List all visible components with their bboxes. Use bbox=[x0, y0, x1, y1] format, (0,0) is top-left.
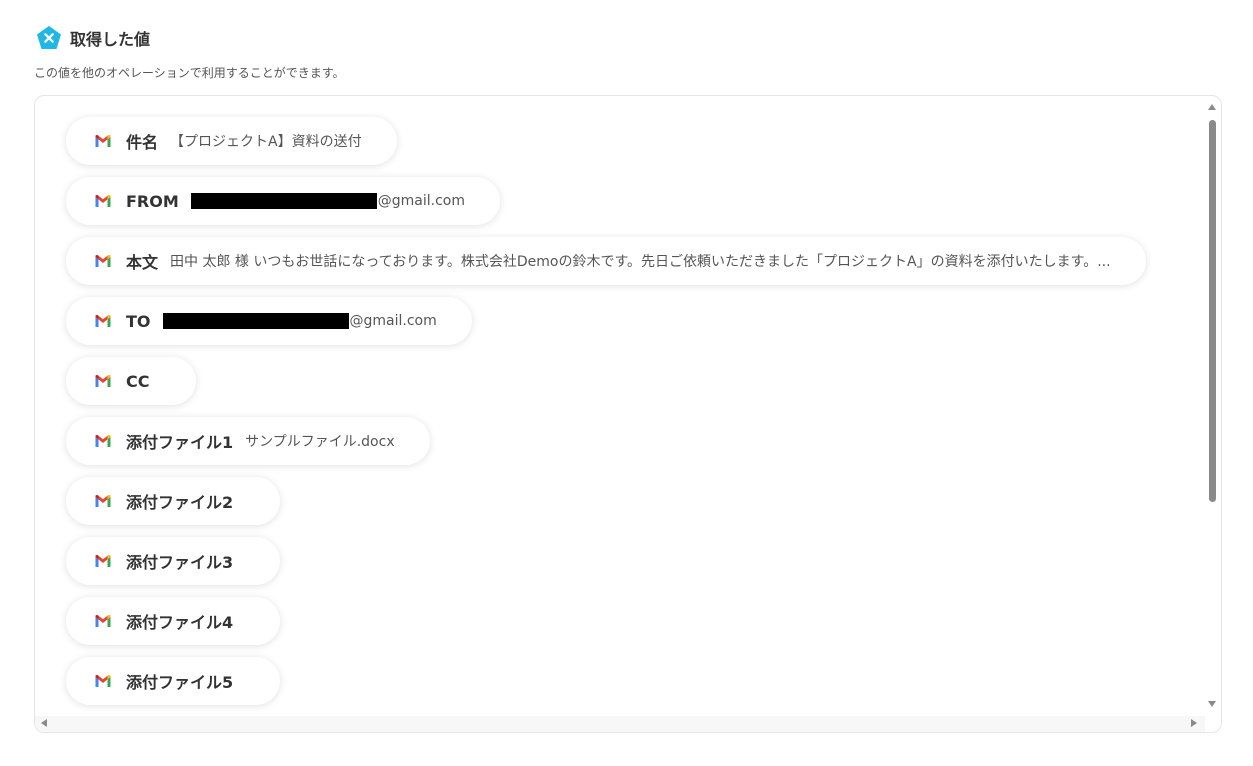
gmail-icon bbox=[95, 435, 111, 447]
field-label: 件名 bbox=[126, 133, 159, 152]
value-chip-attachment-2[interactable]: 添付ファイル2 bbox=[66, 477, 281, 525]
field-label: 添付ファイル4 bbox=[126, 613, 234, 632]
scroll-left-arrow-icon[interactable] bbox=[41, 719, 47, 727]
vertical-scrollbar[interactable] bbox=[1205, 96, 1221, 716]
value-chip-attachment-5[interactable]: 添付ファイル5 bbox=[66, 657, 281, 705]
field-label: 添付ファイル1 bbox=[126, 433, 234, 452]
gmail-icon bbox=[95, 555, 111, 567]
gmail-icon bbox=[95, 315, 111, 327]
field-label: 添付ファイル2 bbox=[126, 493, 234, 512]
field-value: 【プロジェクトA】資料の送付 bbox=[170, 134, 362, 150]
field-value: サンプルファイル.docx bbox=[245, 434, 395, 450]
field-label: CC bbox=[126, 371, 150, 391]
gmail-icon bbox=[95, 135, 111, 147]
horizontal-scrollbar[interactable] bbox=[35, 716, 1205, 732]
field-value: 田中 太郎 様 いつもお世話になっております。株式会社Demoの鈴木です。先日ご… bbox=[170, 254, 1111, 270]
value-list: 件名 【プロジェクトA】資料の送付 FROM @gmail.com 本文 田中 … bbox=[66, 117, 1216, 717]
field-label: 添付ファイル5 bbox=[126, 673, 234, 692]
values-panel: 件名 【プロジェクトA】資料の送付 FROM @gmail.com 本文 田中 … bbox=[34, 95, 1222, 733]
gmail-icon bbox=[95, 375, 111, 387]
page-subtitle: この値を他のオペレーションで利用することができます。 bbox=[34, 66, 345, 80]
gmail-icon bbox=[95, 675, 111, 687]
vertical-scrollbar-thumb[interactable] bbox=[1209, 120, 1216, 502]
field-label: 本文 bbox=[126, 253, 159, 272]
scroll-up-arrow-icon[interactable] bbox=[1208, 104, 1216, 110]
field-value: @gmail.com bbox=[377, 193, 466, 209]
value-chip-to[interactable]: TO @gmail.com bbox=[66, 297, 472, 345]
field-label: 添付ファイル3 bbox=[126, 553, 234, 572]
field-label: TO bbox=[126, 311, 151, 331]
redacted-block bbox=[190, 193, 377, 209]
value-chip-cc[interactable]: CC bbox=[66, 357, 197, 405]
value-chip-attachment-1[interactable]: 添付ファイル1 サンプルファイル.docx bbox=[66, 417, 430, 465]
yoom-x-icon bbox=[37, 26, 61, 49]
field-label: FROM bbox=[126, 191, 179, 211]
field-value: @gmail.com bbox=[349, 313, 437, 329]
value-chip-attachment-4[interactable]: 添付ファイル4 bbox=[66, 597, 281, 645]
value-chip-subject[interactable]: 件名 【プロジェクトA】資料の送付 bbox=[66, 117, 397, 165]
redacted-block bbox=[162, 313, 349, 329]
gmail-icon bbox=[95, 255, 111, 267]
page-title: 取得した値 bbox=[70, 30, 151, 49]
scroll-down-arrow-icon[interactable] bbox=[1208, 701, 1216, 707]
gmail-icon bbox=[95, 195, 111, 207]
gmail-icon bbox=[95, 495, 111, 507]
value-chip-body[interactable]: 本文 田中 太郎 様 いつもお世話になっております。株式会社Demoの鈴木です。… bbox=[66, 237, 1146, 285]
value-chip-from[interactable]: FROM @gmail.com bbox=[66, 177, 501, 225]
gmail-icon bbox=[95, 615, 111, 627]
scroll-right-arrow-icon[interactable] bbox=[1191, 719, 1197, 727]
section-header: 取得した値 bbox=[36, 25, 150, 51]
value-chip-attachment-3[interactable]: 添付ファイル3 bbox=[66, 537, 281, 585]
